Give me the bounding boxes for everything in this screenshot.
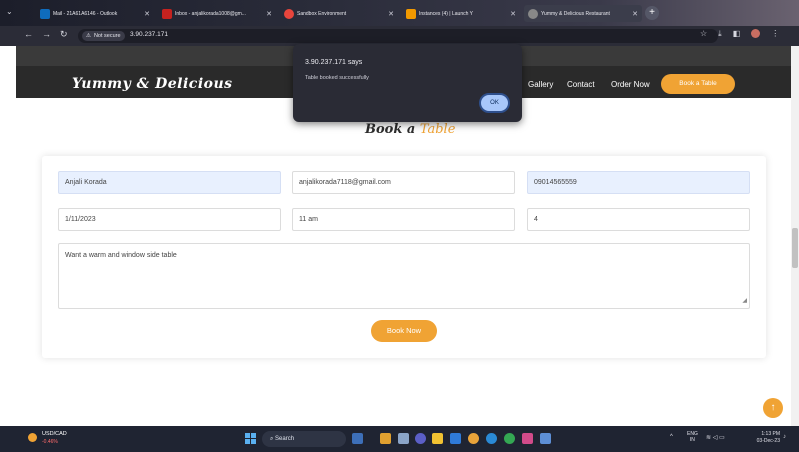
tab-label: Sandbox Environment [297,10,347,17]
taskbar: USD/CAD -0.46% ⌕ Search ^ ENG IN ≋ ◁ ▭ 1… [0,426,799,452]
browser-toolbar: ← → ↻ ⚠ Not secure 3.90.237.171 ☆ ⤓ ◧ ⋮ [0,26,799,46]
chrome-profile-icon[interactable] [504,433,515,444]
nav-book-a-table-button[interactable]: Book a Table [661,74,735,94]
tab-label: Inbox - anjalikorada1008@gm... [175,10,246,17]
address-bar[interactable]: ⚠ Not secure 3.90.237.171 [78,29,718,43]
screen: ⌄ Mail - 21A61A6146 - Outlook ✕ Inbox - … [0,0,799,452]
close-icon[interactable]: ✕ [510,10,516,18]
clock-date: 03-Dec-23 [756,438,780,444]
tab-label: Instances (4) | Launch Y [419,10,474,17]
new-tab-button[interactable]: + [645,6,659,20]
nav-order-now[interactable]: Order Now [611,80,650,89]
window-controls [729,0,799,26]
not-secure-badge[interactable]: ⚠ Not secure [82,31,125,41]
tab-gmail[interactable]: Inbox - anjalikorada1008@gm... ✕ [158,5,276,22]
sandbox-icon [284,8,294,19]
taskbar-search-label: Search [275,436,295,442]
outlook-icon [40,8,50,19]
copilot-icon[interactable] [380,433,391,444]
bell-icon[interactable]: ♪ [783,434,786,440]
clock-time: 1:13 PM [761,431,780,437]
email-field[interactable]: anjalikorada7118@gmail.com [292,171,515,194]
tab-sandbox[interactable]: Sandbox Environment ✕ [280,5,398,22]
widgets-icon[interactable] [352,433,363,444]
time-field[interactable]: 11 am [292,208,515,231]
nav-gallery[interactable]: Gallery [528,80,553,89]
reload-icon[interactable]: ↻ [60,29,68,40]
scrollbar-thumb[interactable] [792,228,798,268]
gmail-icon [162,8,172,19]
menu-dots-icon[interactable]: ⋮ [771,29,779,39]
warning-icon: ⚠ [86,33,91,39]
forward-arrow-icon[interactable]: → [42,29,51,39]
message-text: Want a warm and window side table [65,252,177,259]
close-icon[interactable]: ✕ [266,10,272,18]
profile-avatar[interactable] [751,29,761,38]
browser-tab-strip: ⌄ Mail - 21A61A6146 - Outlook ✕ Inbox - … [0,0,799,26]
ticker-coin-icon[interactable] [28,433,37,442]
resize-grip-icon[interactable]: ◢ [742,295,747,307]
close-icon[interactable]: ✕ [388,10,394,18]
wifi-icon: ≋ [706,435,712,441]
book-now-button[interactable]: Book Now [371,320,437,342]
people-count-field[interactable]: 4 [527,208,750,231]
nav-contact[interactable]: Contact [567,80,595,89]
alert-ok-button[interactable]: OK [479,93,510,113]
chrome-icon[interactable] [468,433,479,444]
aws-icon [406,8,416,19]
lang-bottom: IN [689,437,695,443]
store-icon[interactable] [450,433,461,444]
section-title-main: Book a [365,122,416,137]
tab-outlook[interactable]: Mail - 21A61A6146 - Outlook ✕ [36,5,154,22]
name-field[interactable]: Anjali Korada [58,171,281,194]
section-title: Book a Table [365,122,455,137]
close-icon[interactable]: ✕ [632,10,638,18]
section-title-accent: Table [419,122,456,137]
taskbar-search[interactable]: ⌕ Search [262,431,346,447]
back-to-top-arrow-icon[interactable]: ↑ [763,398,783,418]
not-secure-label: Not secure [93,33,121,39]
speaker-icon: ◁ [712,435,718,441]
app-icon[interactable] [522,433,533,444]
phone-field[interactable]: 09014565559 [527,171,750,194]
url-text: 3.90.237.171 [130,31,168,38]
teams-icon[interactable] [415,433,426,444]
booking-form: Anjali Korada anjalikorada7118@gmail.com… [42,156,766,358]
tab-label: Mail - 21A61A6146 - Outlook [53,10,118,17]
back-arrow-icon[interactable]: ← [24,29,33,39]
site-logo[interactable]: Yummy & Delicious [72,76,233,92]
clock[interactable]: 1:13 PM 03-Dec-23 [746,431,780,445]
language-indicator[interactable]: ENG IN [687,431,698,443]
date-field[interactable]: 1/11/2023 [58,208,281,231]
alert-message: Table booked successfully [305,75,369,81]
download-icon[interactable]: ⤓ [718,29,722,39]
message-textarea[interactable]: Want a warm and window side table ◢ [58,243,750,309]
file-explorer-icon[interactable] [432,433,443,444]
sidebar-icon[interactable]: ◧ [733,29,741,39]
alert-title: 3.90.237.171 says [305,59,363,66]
ticker-name[interactable]: USD/CAD [42,431,67,437]
tab-search-icon[interactable]: ⌄ [6,7,13,16]
tab-restaurant[interactable]: Yummy & Delicious Restaurant ✕ [524,5,642,22]
battery-icon: ▭ [719,435,725,441]
tab-instances[interactable]: Instances (4) | Launch Y ✕ [402,5,520,22]
page-content: Book a Table Anjali Korada anjalikorada7… [16,98,791,426]
alert-dialog: 3.90.237.171 says Table booked successfu… [293,44,522,122]
globe-icon [528,8,538,19]
chevron-up-icon[interactable]: ^ [670,434,673,440]
browser-actions: ☆ ⤓ ◧ ⋮ [700,29,779,39]
bookmark-star-icon[interactable]: ☆ [700,29,707,39]
system-tray-icons[interactable]: ≋ ◁ ▭ [706,434,725,441]
windows-start-icon[interactable] [245,433,256,444]
tab-label: Yummy & Delicious Restaurant [541,10,610,17]
edge-icon[interactable] [486,433,497,444]
ticker-change: -0.46% [42,439,58,445]
close-icon[interactable]: ✕ [144,10,150,18]
app-icon-2[interactable] [540,433,551,444]
page-scrollbar[interactable] [791,46,799,426]
task-view-icon[interactable] [398,433,409,444]
